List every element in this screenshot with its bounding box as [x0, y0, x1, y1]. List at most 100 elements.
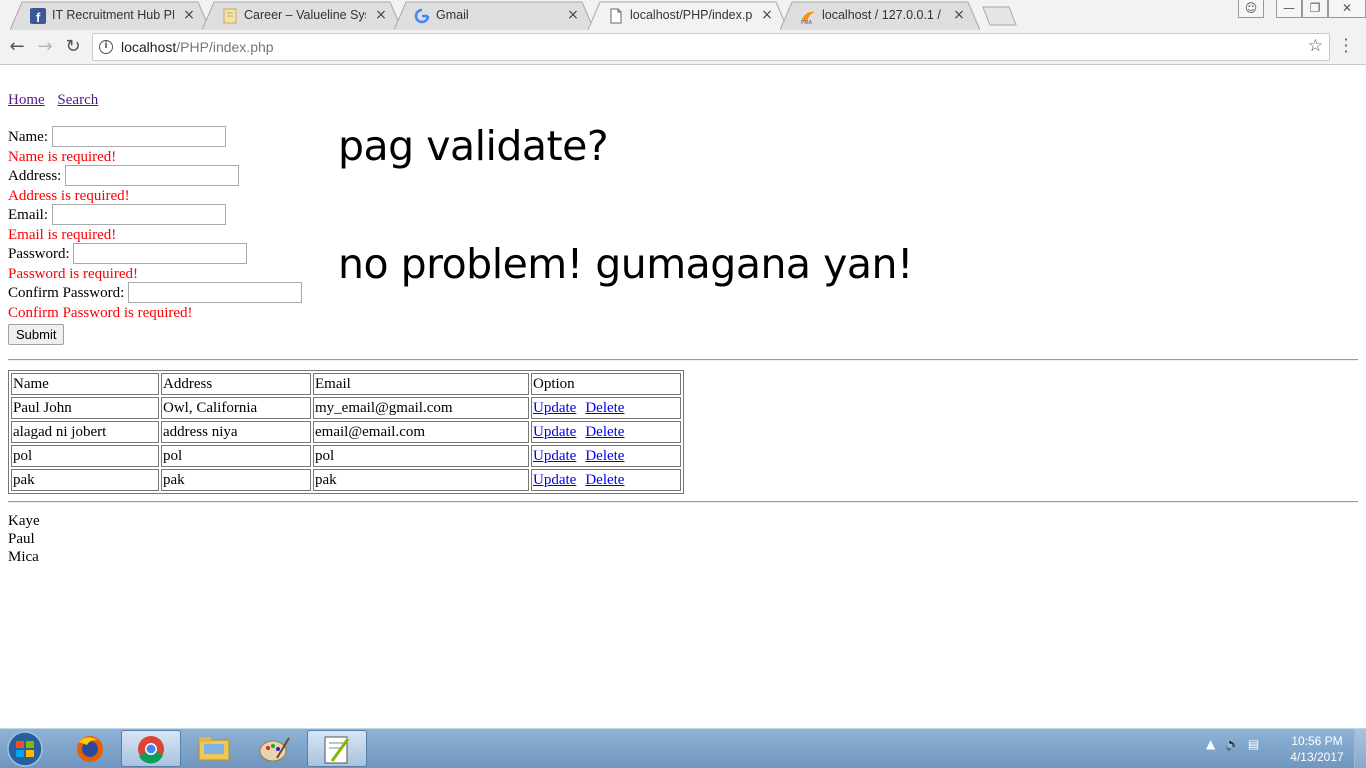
bookmark-star-icon[interactable]: ☆ [1308, 36, 1323, 56]
browser-tab[interactable]: PMA localhost / 127.0.0.1 / my × [780, 1, 980, 30]
browser-tab[interactable]: f IT Recruitment Hub PH × [10, 1, 210, 30]
password-label: Password: [8, 246, 70, 262]
page-icon [223, 8, 237, 24]
browser-tab[interactable]: Gmail × [394, 1, 594, 30]
show-desktop-button[interactable] [1354, 729, 1366, 768]
cell-email: pak [313, 469, 529, 491]
search-link[interactable]: Search [57, 92, 98, 108]
show-hidden-icons-icon[interactable]: ▲ [1206, 737, 1215, 751]
close-icon[interactable]: × [566, 7, 580, 23]
facebook-icon: f [30, 8, 46, 24]
tab-title: localhost / 127.0.0.1 / my [822, 8, 944, 22]
cell-options: Update Delete [531, 397, 681, 419]
back-arrow-icon[interactable]: ← [6, 36, 28, 58]
cell-name: Paul John [11, 397, 159, 419]
clock-date: 4/13/2017 [1290, 750, 1344, 764]
big-text-line-2: no problem! gumagana yan! [338, 240, 913, 288]
browser-tab-strip: f IT Recruitment Hub PH × Career – Value… [0, 0, 1366, 30]
taskbar-chrome[interactable] [121, 730, 181, 767]
cell-name: alagad ni jobert [11, 421, 159, 443]
cell-address: Owl, California [161, 397, 311, 419]
info-icon[interactable]: i [99, 40, 113, 54]
users-table: Name Address Email Option Paul John Owl,… [8, 370, 684, 494]
update-link[interactable]: Update [533, 472, 576, 488]
table-row: alagad ni jobert address niya email@emai… [11, 421, 681, 443]
browser-tab[interactable]: Career – Valueline Systems × [202, 1, 402, 30]
names-list: Kaye Paul Mica [8, 512, 40, 566]
close-icon[interactable]: × [952, 7, 966, 23]
registration-form: Name: Name is required! Address: Address… [8, 125, 328, 345]
confirm-password-error: Confirm Password is required! [8, 304, 193, 321]
browser-tab-active[interactable]: localhost/PHP/index.php × [588, 1, 788, 30]
cell-email: pol [313, 445, 529, 467]
close-icon[interactable]: × [182, 7, 196, 23]
google-icon [414, 8, 430, 24]
network-icon[interactable]: ▤ [1248, 737, 1259, 751]
menu-dots-icon[interactable]: · · · [1340, 32, 1352, 60]
taskbar: ▲ 🔈 ▤ 10:56 PM 4/13/2017 [0, 728, 1366, 768]
divider-top [8, 359, 1358, 361]
cell-address: address niya [161, 421, 311, 443]
tab-title: Career – Valueline Systems [244, 8, 366, 22]
name-label: Name: [8, 129, 48, 145]
password-input[interactable] [73, 242, 248, 264]
svg-text:PMA: PMA [801, 20, 813, 24]
user-icon[interactable]: ☺ [1238, 0, 1264, 18]
tab-title: Gmail [436, 8, 469, 22]
close-icon[interactable]: × [760, 7, 774, 23]
close-icon[interactable]: × [374, 7, 388, 23]
name-input[interactable] [51, 125, 226, 147]
taskbar-clock[interactable]: 10:56 PM 4/13/2017 [1284, 733, 1350, 765]
cell-options: Update Delete [531, 469, 681, 491]
update-link[interactable]: Update [533, 448, 576, 464]
notepad-plus-icon [324, 736, 350, 764]
header-email: Email [313, 373, 529, 395]
cell-name: pak [11, 469, 159, 491]
cell-email: my_email@gmail.com [313, 397, 529, 419]
window-close-button[interactable]: ✕ [1328, 0, 1366, 18]
update-link[interactable]: Update [533, 424, 576, 440]
taskbar-notepad-plus[interactable] [307, 730, 367, 767]
cell-email: email@email.com [313, 421, 529, 443]
document-icon [610, 8, 622, 24]
page-content: Home Search Name: Name is required! Addr… [0, 66, 1366, 728]
delete-link[interactable]: Delete [585, 400, 624, 416]
table-header-row: Name Address Email Option [11, 373, 681, 395]
url-path: /PHP/index.php [176, 39, 274, 55]
svg-text:f: f [36, 10, 41, 24]
email-input[interactable] [51, 203, 226, 225]
url-host: localhost [121, 39, 177, 55]
file-explorer-icon [198, 737, 230, 761]
divider-bottom [8, 501, 1358, 503]
delete-link[interactable]: Delete [585, 448, 624, 464]
address-bar[interactable]: i localhost/PHP/index.php ☆ [92, 33, 1330, 61]
address-url[interactable]: localhost/PHP/index.php [121, 39, 274, 55]
cell-address: pak [161, 469, 311, 491]
address-input[interactable] [65, 164, 240, 186]
taskbar-firefox[interactable] [60, 730, 120, 767]
header-address: Address [161, 373, 311, 395]
header-name: Name [11, 373, 159, 395]
new-tab-button[interactable] [982, 6, 1018, 26]
taskbar-paint[interactable] [245, 730, 305, 767]
tab-title: localhost/PHP/index.php [630, 8, 752, 22]
reload-icon[interactable]: ↻ [62, 36, 84, 58]
volume-icon[interactable]: 🔈 [1225, 737, 1240, 751]
delete-link[interactable]: Delete [585, 472, 624, 488]
minimize-button[interactable]: — [1276, 0, 1302, 18]
phpmyadmin-icon: PMA [801, 11, 815, 24]
browser-toolbar: ← → ↻ i localhost/PHP/index.php ☆ · · · [0, 30, 1366, 65]
top-nav: Home Search [8, 92, 107, 109]
taskbar-explorer[interactable] [184, 730, 244, 767]
table-row: pak pak pak Update Delete [11, 469, 681, 491]
forward-arrow-icon[interactable]: → [34, 36, 56, 58]
start-button-icon[interactable] [4, 730, 46, 768]
home-link[interactable]: Home [8, 92, 45, 108]
delete-link[interactable]: Delete [585, 424, 624, 440]
update-link[interactable]: Update [533, 400, 576, 416]
cell-options: Update Delete [531, 445, 681, 467]
maximize-button[interactable]: ❐ [1302, 0, 1328, 18]
submit-button[interactable]: Submit [8, 324, 65, 345]
confirm-password-input[interactable] [128, 281, 302, 303]
big-text-line-1: pag validate? [338, 122, 609, 170]
